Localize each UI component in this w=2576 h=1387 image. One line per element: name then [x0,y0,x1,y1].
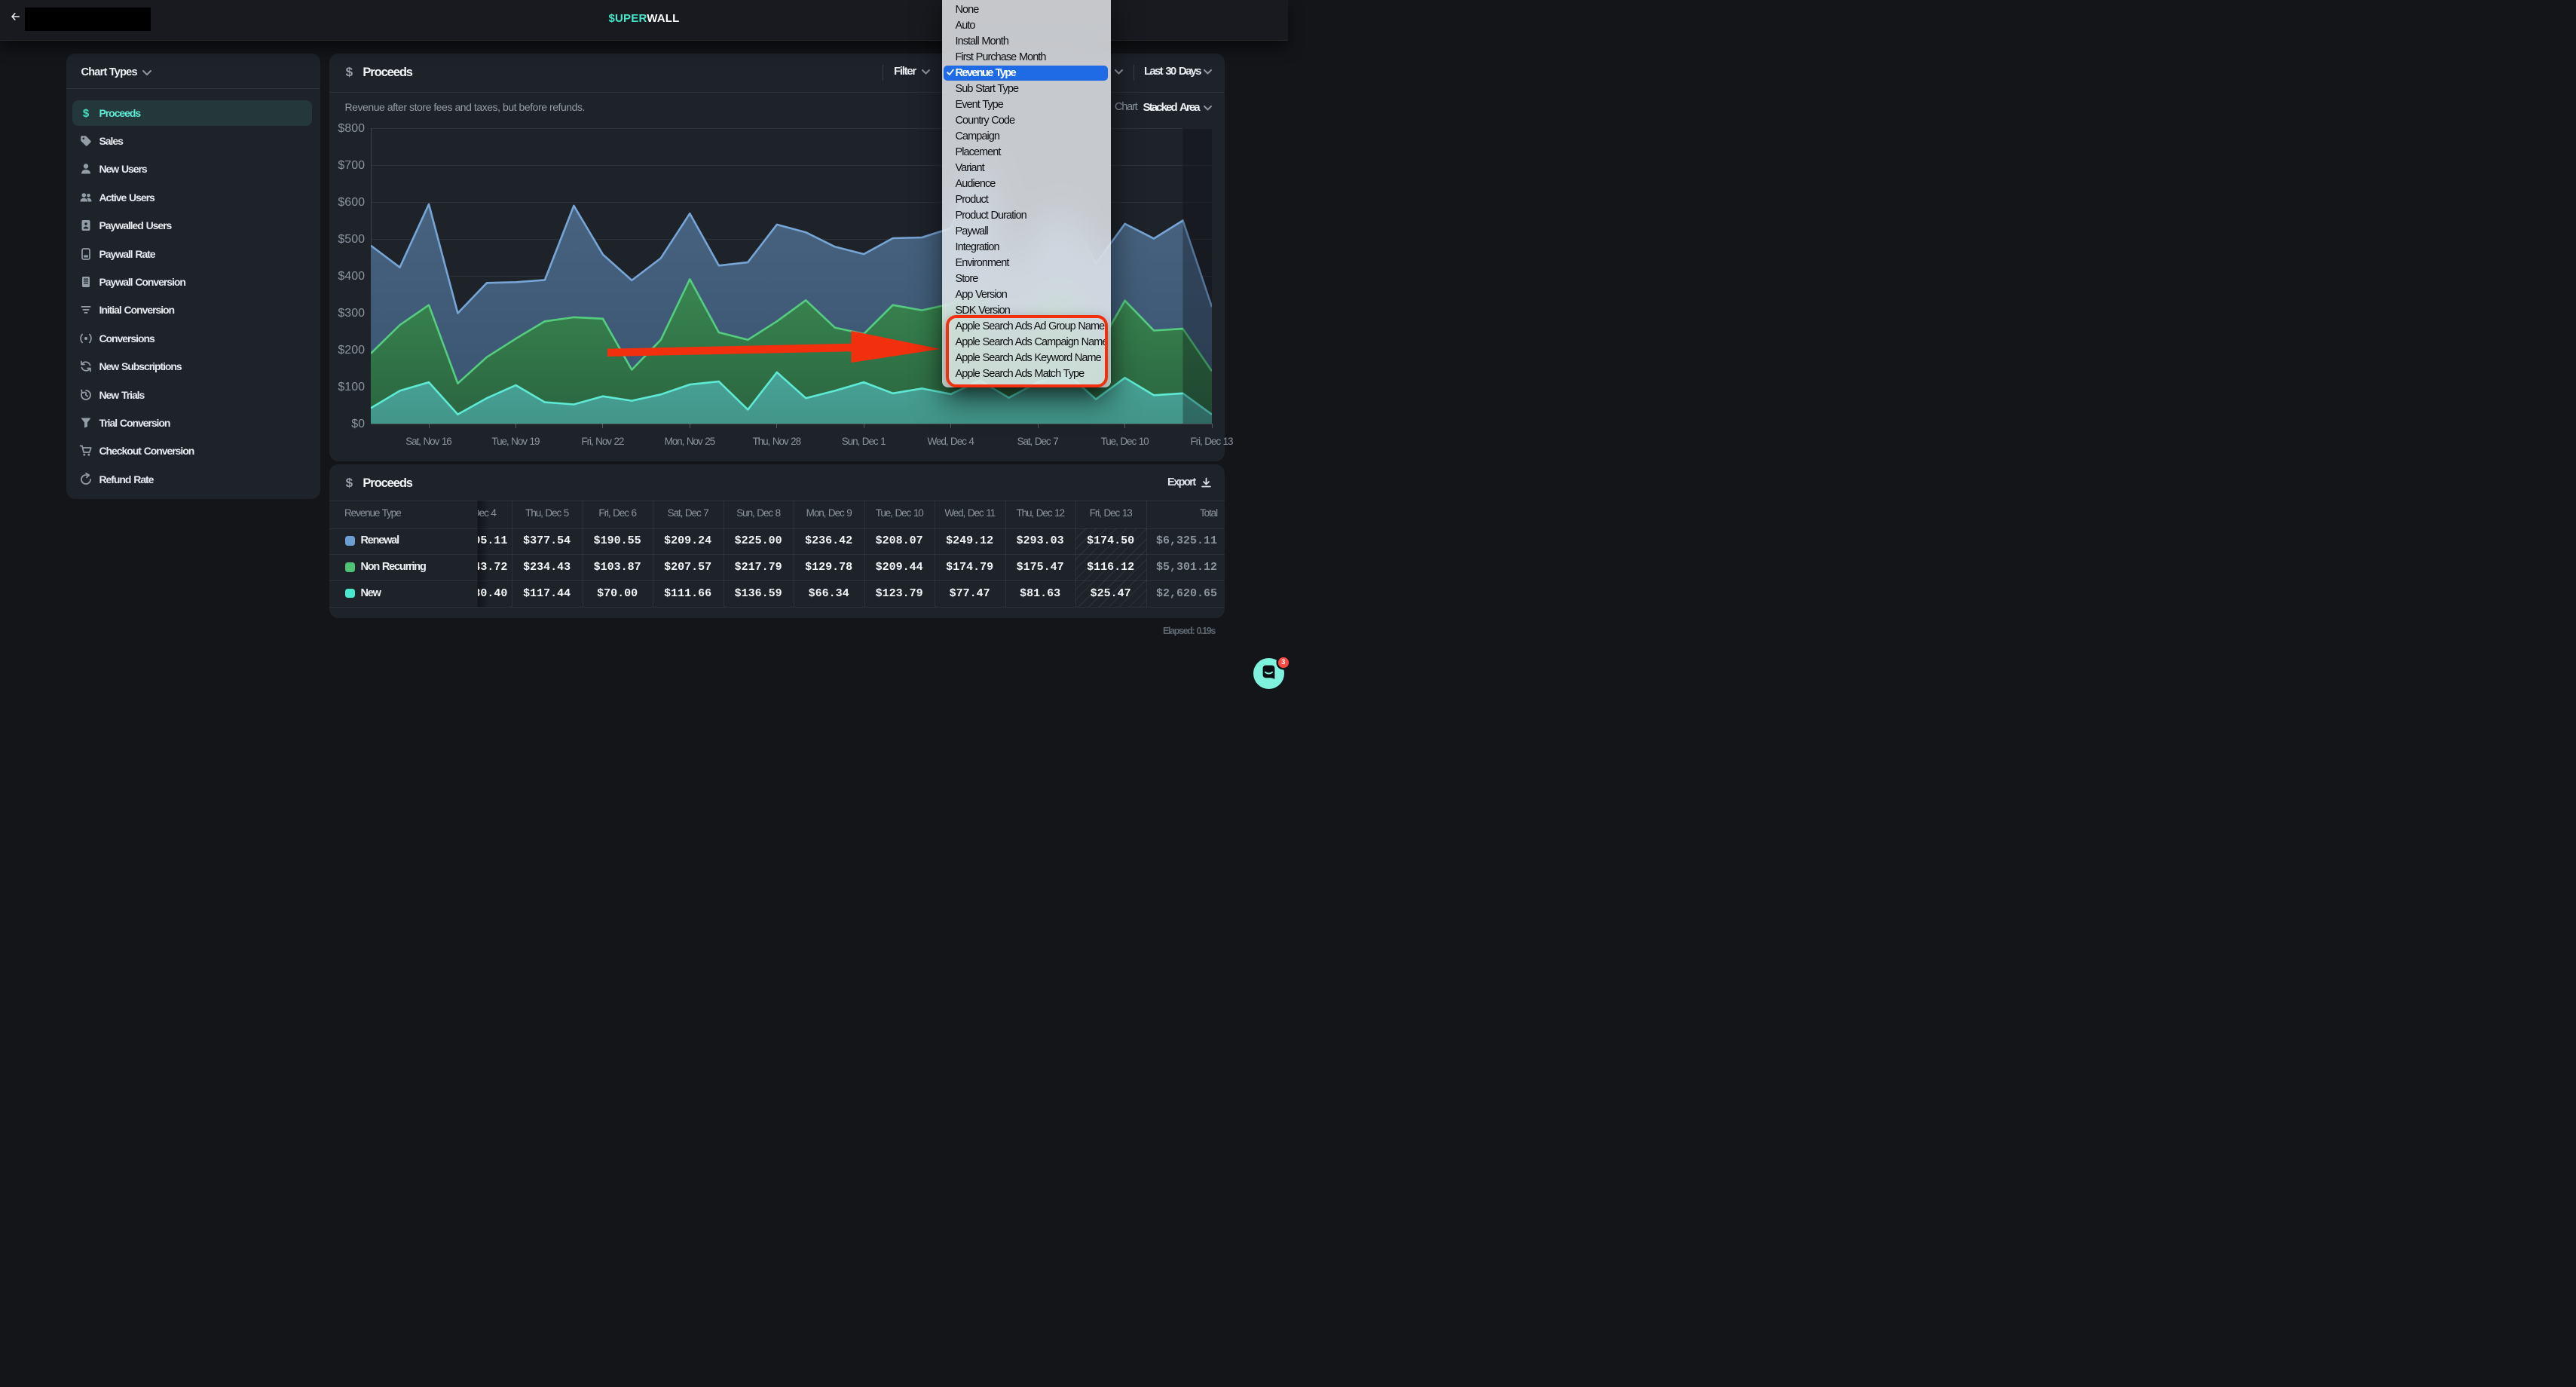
svg-text:$: $ [83,107,90,120]
